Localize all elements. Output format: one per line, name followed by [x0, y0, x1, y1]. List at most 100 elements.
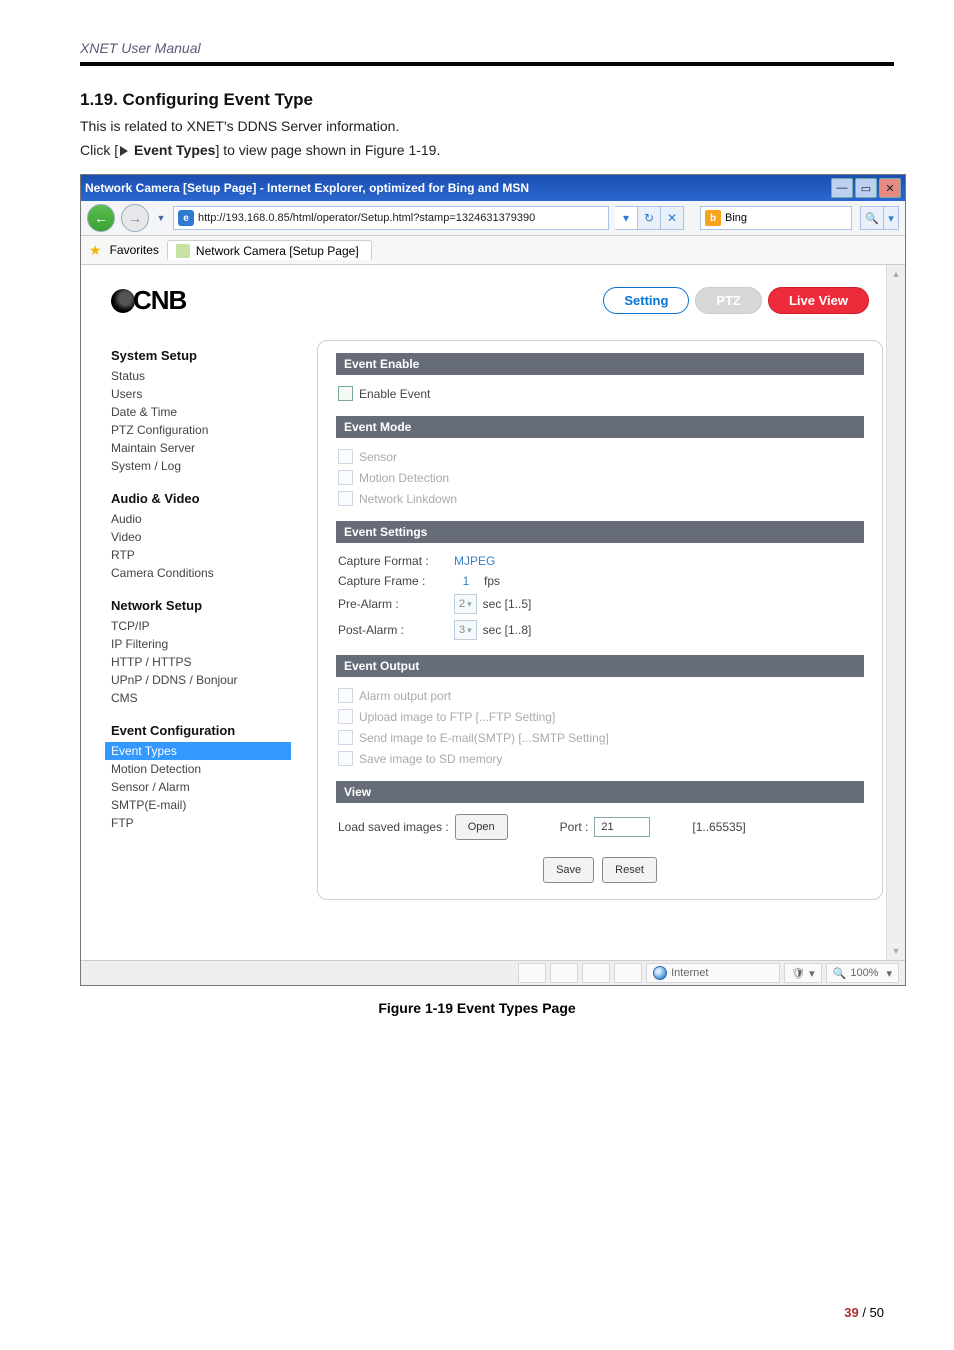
label-port: Port :	[560, 820, 589, 834]
save-button[interactable]: Save	[543, 857, 594, 883]
status-zone[interactable]: Internet	[646, 963, 780, 983]
zoom-text: 100%	[850, 967, 878, 979]
page-content: CNB Setting PTZ Live View System Setup S…	[81, 265, 905, 960]
label-enable-event: Enable Event	[359, 387, 430, 401]
minimize-button[interactable]: —	[831, 178, 853, 198]
checkbox-send-smtp[interactable]	[338, 730, 353, 745]
bing-icon: b	[705, 210, 721, 226]
doc-header-title: XNET User Manual	[0, 0, 954, 56]
sidebar-item-camera-cond[interactable]: Camera Conditions	[111, 564, 291, 582]
status-cell-empty-3	[582, 963, 610, 983]
section-view: View	[336, 781, 864, 803]
checkbox-linkdown[interactable]	[338, 491, 353, 506]
select-post-alarm[interactable]: 3	[454, 620, 477, 640]
close-button[interactable]: ✕	[879, 178, 901, 198]
vertical-scrollbar[interactable]: ▴ ▾	[886, 265, 905, 960]
favorites-bar: ★ Favorites Network Camera [Setup Page]	[81, 236, 905, 265]
checkbox-enable-event[interactable]	[338, 386, 353, 401]
triangle-icon	[120, 146, 128, 156]
scroll-up-icon[interactable]: ▴	[887, 265, 905, 283]
checkbox-upload-ftp[interactable]	[338, 709, 353, 724]
label-pre-alarm: Pre-Alarm :	[338, 597, 448, 611]
sidebar-item-ip-filter[interactable]: IP Filtering	[111, 635, 291, 653]
sidebar-heading-event: Event Configuration	[111, 723, 291, 738]
favorites-star-icon[interactable]: ★	[89, 242, 102, 259]
sidebar-item-ftp[interactable]: FTP	[111, 814, 291, 832]
refresh-button[interactable]: ↻	[638, 206, 661, 230]
figure-caption: Figure 1-19 Event Types Page	[0, 1000, 954, 1016]
tab-label: Network Camera [Setup Page]	[196, 244, 359, 258]
label-motion: Motion Detection	[359, 471, 449, 485]
search-dropdown-button[interactable]: ▾	[884, 206, 899, 230]
sidebar-item-status[interactable]: Status	[111, 367, 291, 385]
label-sensor: Sensor	[359, 450, 397, 464]
label-save-sd: Save image to SD memory	[359, 752, 502, 766]
tab-setting[interactable]: Setting	[603, 287, 689, 314]
browser-tab[interactable]: Network Camera [Setup Page]	[167, 240, 372, 260]
stop-button[interactable]: ✕	[661, 206, 684, 230]
open-button[interactable]: Open	[455, 814, 508, 840]
checkbox-sensor[interactable]	[338, 449, 353, 464]
sidebar-item-maintain[interactable]: Maintain Server	[111, 439, 291, 457]
unit-pre-alarm: sec [1..5]	[483, 597, 532, 611]
sidebar-item-tcpip[interactable]: TCP/IP	[111, 617, 291, 635]
status-cell-empty-1	[518, 963, 546, 983]
nav-forward-button[interactable]: →	[121, 204, 149, 232]
sidebar-item-datetime[interactable]: Date & Time	[111, 403, 291, 421]
cnb-logo: CNB	[111, 285, 186, 316]
sidebar-heading-system: System Setup	[111, 348, 291, 363]
page-footer: 39 / 50	[844, 1305, 884, 1320]
section-event-mode: Event Mode	[336, 416, 864, 438]
sidebar-item-system-log[interactable]: System / Log	[111, 457, 291, 475]
status-protected-mode[interactable]: 🛡▾	[784, 963, 822, 983]
window-title-text: Network Camera [Setup Page] - Internet E…	[85, 181, 529, 195]
nav-back-button[interactable]: ←	[87, 204, 115, 232]
sidebar-item-motion[interactable]: Motion Detection	[111, 760, 291, 778]
sidebar: System Setup Status Users Date & Time PT…	[111, 338, 291, 900]
favorites-label: Favorites	[110, 243, 159, 257]
sidebar-item-upnp[interactable]: UPnP / DDNS / Bonjour	[111, 671, 291, 689]
select-pre-alarm[interactable]: 2	[454, 594, 477, 614]
status-cell-empty-4	[614, 963, 642, 983]
addr-dropdown-button[interactable]: ▾	[615, 206, 638, 230]
sidebar-item-rtp[interactable]: RTP	[111, 546, 291, 564]
sidebar-item-cms[interactable]: CMS	[111, 689, 291, 707]
sidebar-item-users[interactable]: Users	[111, 385, 291, 403]
sidebar-item-ptz-config[interactable]: PTZ Configuration	[111, 421, 291, 439]
checkbox-motion[interactable]	[338, 470, 353, 485]
sidebar-item-sensor[interactable]: Sensor / Alarm	[111, 778, 291, 796]
section-event-settings: Event Settings	[336, 521, 864, 543]
url-input[interactable]: e http://193.168.0.85/html/operator/Setu…	[173, 206, 609, 230]
screenshot-window: Network Camera [Setup Page] - Internet E…	[80, 174, 906, 986]
search-go-button[interactable]: 🔍	[860, 206, 884, 230]
paragraph-click: Click [ Event Types] to view page shown …	[0, 134, 954, 158]
label-upload-ftp: Upload image to FTP [...FTP Setting]	[359, 710, 555, 724]
paragraph-intro: This is related to XNET's DDNS Server in…	[0, 110, 954, 134]
sidebar-item-video[interactable]: Video	[111, 528, 291, 546]
sidebar-item-smtp[interactable]: SMTP(E-mail)	[111, 796, 291, 814]
sidebar-item-audio[interactable]: Audio	[111, 510, 291, 528]
status-zoom[interactable]: 🔍100%▾	[826, 963, 899, 983]
port-input[interactable]: 21	[594, 817, 650, 837]
p2-link: Event Types	[130, 142, 215, 158]
section-event-enable: Event Enable	[336, 353, 864, 375]
label-post-alarm: Post-Alarm :	[338, 623, 448, 637]
sidebar-item-http[interactable]: HTTP / HTTPS	[111, 653, 291, 671]
nav-history-dropdown[interactable]: ▼	[155, 212, 167, 224]
page-number-total: / 50	[859, 1305, 884, 1320]
checkbox-alarm-port[interactable]	[338, 688, 353, 703]
window-titlebar: Network Camera [Setup Page] - Internet E…	[81, 175, 905, 201]
reset-button[interactable]: Reset	[602, 857, 657, 883]
search-input[interactable]: b Bing	[700, 206, 852, 230]
checkbox-save-sd[interactable]	[338, 751, 353, 766]
sidebar-item-event-types[interactable]: Event Types	[105, 742, 291, 760]
maximize-button[interactable]: ▭	[855, 178, 877, 198]
scroll-down-icon[interactable]: ▾	[887, 942, 905, 960]
tab-live-view[interactable]: Live View	[768, 287, 869, 314]
tab-ptz[interactable]: PTZ	[695, 287, 762, 314]
status-zone-text: Internet	[671, 967, 708, 979]
page-number-current: 39	[844, 1305, 858, 1320]
label-load-images: Load saved images :	[338, 820, 449, 834]
section-event-output: Event Output	[336, 655, 864, 677]
status-cell-empty-2	[550, 963, 578, 983]
